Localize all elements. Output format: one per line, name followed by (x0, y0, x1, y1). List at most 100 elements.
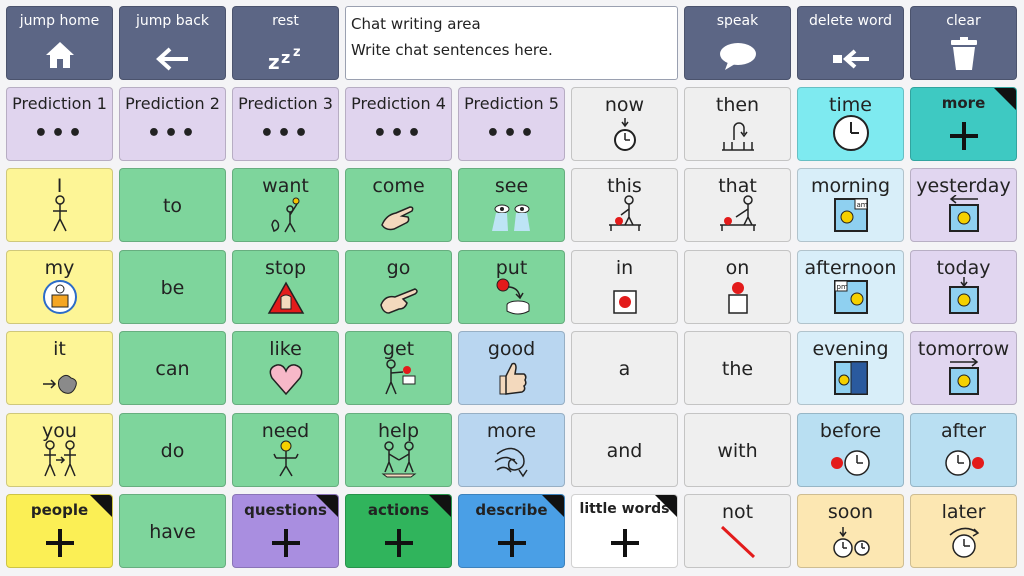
word-want[interactable]: want (232, 168, 339, 242)
word-the[interactable]: the (684, 331, 791, 405)
jump-back-label: jump back (135, 13, 209, 29)
word-morning[interactable]: morning am (797, 168, 904, 242)
word-come[interactable]: come (345, 168, 452, 242)
word-go[interactable]: go (345, 250, 452, 324)
that-pointing-icon (719, 195, 756, 231)
plus-icon (45, 529, 74, 557)
word-today[interactable]: today (910, 250, 1017, 324)
arrow-left-icon (155, 47, 188, 71)
word-evening[interactable]: evening (797, 331, 904, 405)
want-icon (270, 197, 299, 233)
svg-text:z: z (281, 48, 290, 67)
word-label: good (487, 338, 536, 360)
word-now[interactable]: now (571, 87, 678, 161)
clear-button[interactable]: clear (910, 6, 1017, 80)
word-not[interactable]: not (684, 494, 791, 568)
word-label: in (615, 257, 634, 279)
word-before[interactable]: before (797, 413, 904, 487)
word-my[interactable]: my (6, 250, 113, 324)
word-see[interactable]: see (458, 168, 565, 242)
my-icon (42, 280, 77, 314)
clock-now-icon (613, 118, 636, 151)
word-that[interactable]: that (684, 168, 791, 242)
word-to[interactable]: to (119, 168, 226, 242)
prediction-5[interactable]: Prediction 5 ••• (458, 87, 565, 161)
questions-folder[interactable]: questions (232, 494, 339, 568)
prediction-3[interactable]: Prediction 3 ••• (232, 87, 339, 161)
word-get[interactable]: get (345, 331, 452, 405)
chat-title: Chat writing area (351, 15, 481, 33)
rest-button[interactable]: rest z z z (232, 6, 339, 80)
word-label: I (56, 175, 63, 197)
word-label: come (372, 175, 425, 197)
word-label: yesterday (916, 175, 1011, 197)
word-later[interactable]: later (910, 494, 1017, 568)
word-label: do (160, 440, 185, 462)
on-box-icon (727, 282, 748, 314)
trash-can-icon (950, 37, 977, 70)
word-a[interactable]: a (571, 331, 678, 405)
folder-corner-marker (429, 495, 451, 517)
word-label: then (715, 94, 760, 116)
word-with[interactable]: with (684, 413, 791, 487)
not-slash-icon (720, 525, 755, 559)
folder-corner-marker (542, 495, 564, 517)
word-after[interactable]: after (910, 413, 1017, 487)
word-in[interactable]: in (571, 250, 678, 324)
word-have[interactable]: have (119, 494, 226, 568)
word-stop[interactable]: stop (232, 250, 339, 324)
jump-home-button[interactable]: jump home (6, 6, 113, 80)
word-tomorrow[interactable]: tomorrow (910, 331, 1017, 405)
word-and[interactable]: and (571, 413, 678, 487)
prediction-2[interactable]: Prediction 2 ••• (119, 87, 226, 161)
word-can[interactable]: can (119, 331, 226, 405)
tomorrow-sun-icon (948, 358, 979, 395)
svg-text:z: z (293, 45, 301, 60)
little-words-folder[interactable]: little words (571, 494, 678, 568)
word-label: more (486, 420, 537, 442)
word-it[interactable]: it (6, 331, 113, 405)
word-then[interactable]: then (684, 87, 791, 161)
delete-word-button[interactable]: delete word (797, 6, 904, 80)
word-put[interactable]: put (458, 250, 565, 324)
stop-sign-icon (267, 281, 304, 314)
ellipsis-icon: ••• (485, 121, 538, 146)
rest-label: rest (272, 13, 299, 29)
more-time-folder[interactable]: more (910, 87, 1017, 161)
word-good[interactable]: good (458, 331, 565, 405)
speak-button[interactable]: speak (684, 6, 791, 80)
word-label: morning (810, 175, 891, 197)
word-label: today (936, 257, 991, 279)
chat-writing-area[interactable]: Chat writing area Write chat sentences h… (345, 6, 678, 80)
word-on[interactable]: on (684, 250, 791, 324)
word-label: be (160, 277, 185, 299)
describe-folder[interactable]: describe (458, 494, 565, 568)
home-icon (45, 42, 74, 68)
word-label: see (494, 175, 529, 197)
word-time[interactable]: time (797, 87, 904, 161)
word-label: get (382, 338, 415, 360)
word-help[interactable]: help (345, 413, 452, 487)
word-need[interactable]: need (232, 413, 339, 487)
people-folder[interactable]: people (6, 494, 113, 568)
word-you[interactable]: you (6, 413, 113, 487)
clear-label: clear (946, 13, 981, 29)
this-pointing-icon (608, 195, 641, 231)
jump-home-label: jump home (19, 13, 100, 29)
word-do[interactable]: do (119, 413, 226, 487)
word-this[interactable]: this (571, 168, 678, 242)
word-label: with (717, 440, 758, 462)
word-i[interactable]: I (6, 168, 113, 242)
word-like[interactable]: like (232, 331, 339, 405)
prediction-1[interactable]: Prediction 1 ••• (6, 87, 113, 161)
jump-back-button[interactable]: jump back (119, 6, 226, 80)
actions-folder[interactable]: actions (345, 494, 452, 568)
word-soon[interactable]: soon (797, 494, 904, 568)
person-icon (52, 195, 67, 232)
word-afternoon[interactable]: afternoon pm (797, 250, 904, 324)
word-be[interactable]: be (119, 250, 226, 324)
word-yesterday[interactable]: yesterday (910, 168, 1017, 242)
prediction-4[interactable]: Prediction 4 ••• (345, 87, 452, 161)
then-sequence-icon (721, 122, 754, 151)
word-more-describe[interactable]: more (458, 413, 565, 487)
